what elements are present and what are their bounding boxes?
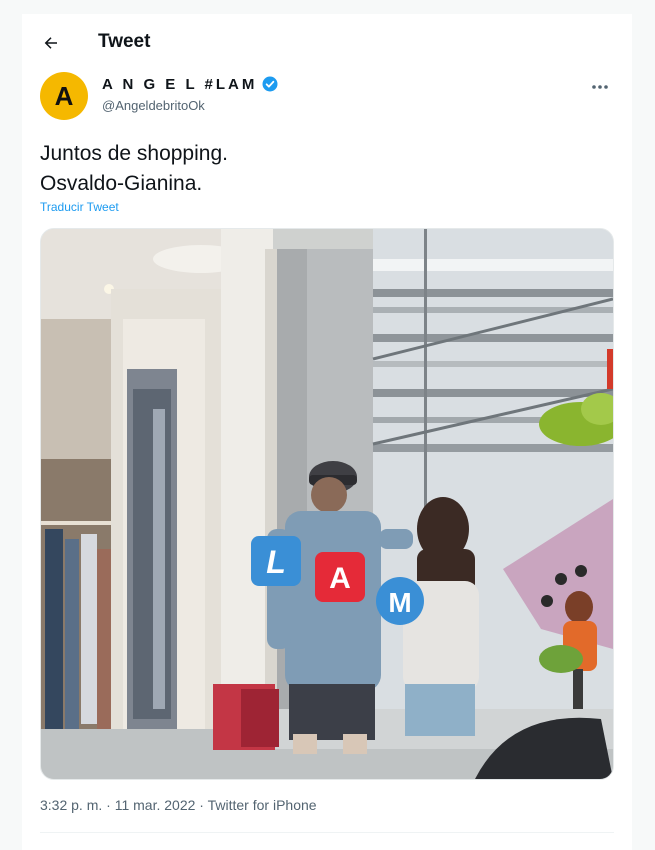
tweet-time[interactable]: 3:32 p. m. [40,797,102,813]
more-options-button[interactable] [586,76,614,98]
avatar-letter: A [54,80,74,111]
tweet-text: Juntos de shopping. Osvaldo-Gianina. [40,139,228,199]
author-handle[interactable]: @AngeldebritoOk [102,98,205,113]
tweet-text-line-2: Osvaldo-Gianina. [40,172,203,195]
avatar[interactable]: A [40,72,88,120]
tweet-photo[interactable]: L A M [40,228,614,780]
page-title: Tweet [98,31,151,52]
watermark-letter-m: M [388,587,411,618]
watermark-letter-a: A [329,562,351,595]
back-button[interactable] [36,28,66,58]
photo-image: L A M [41,229,613,779]
watermark-letter-l: L [266,544,286,580]
tweet-timestamp: 3:32 p. m. · 11 mar. 2022 · Twitter for … [40,797,317,813]
divider [40,832,614,833]
tweet-date[interactable]: 11 mar. 2022 [115,797,196,813]
meta-separator: · [102,797,115,813]
translate-tweet-link[interactable]: Traducir Tweet [40,200,119,214]
tweet-text-line-1: Juntos de shopping. [40,142,228,165]
author-display-name[interactable]: A N G E L #LAM [102,76,257,93]
author-name-line[interactable]: A N G E L #LAM [102,75,279,93]
more-dots-icon [592,85,608,89]
tweet-header: Tweet [22,14,632,70]
tweet-card: Tweet A A N G E L #LAM @AngeldebritoOk J… [22,14,632,850]
arrow-left-icon [44,37,57,49]
meta-separator-2: · [195,797,208,813]
tweet-source[interactable]: Twitter for iPhone [208,797,317,813]
verified-badge-icon [262,76,278,92]
